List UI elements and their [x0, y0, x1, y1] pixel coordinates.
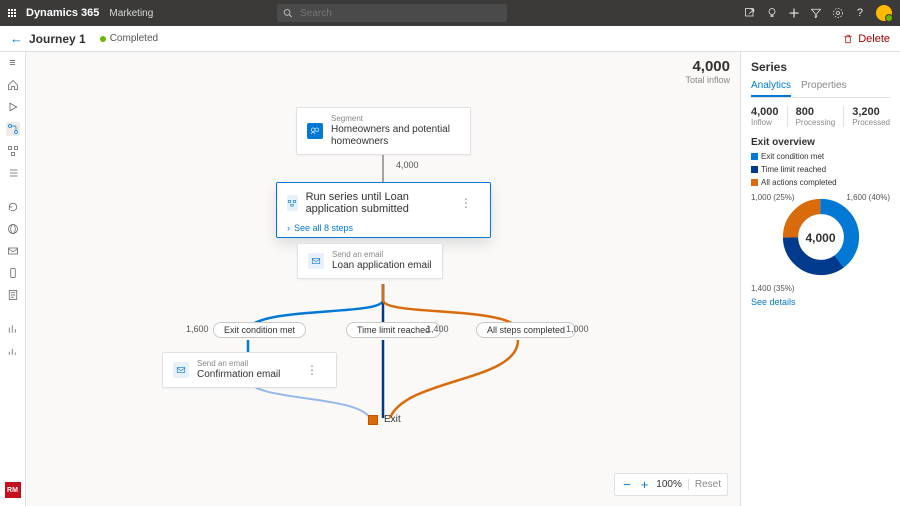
nav-chart-icon[interactable] — [6, 322, 20, 336]
legend: Exit condition met Time limit reached Al… — [751, 152, 890, 187]
confirmation-node[interactable]: Send an email Confirmation email ⋮ — [162, 352, 337, 388]
exit-node[interactable]: Exit — [368, 414, 401, 425]
module-name: Marketing — [109, 8, 153, 19]
app-launcher-icon[interactable] — [8, 9, 16, 17]
confirm-type: Send an email — [197, 359, 280, 369]
share-icon[interactable] — [744, 7, 756, 19]
nav-segment-icon[interactable] — [6, 144, 20, 158]
product-name: Dynamics 365 — [26, 7, 99, 19]
tag-exit-condition[interactable]: Exit condition met — [213, 322, 306, 338]
time-count: 1,400 — [426, 324, 449, 334]
journey-title: Journey 1 — [29, 32, 86, 46]
confirm-more-icon[interactable]: ⋮ — [298, 363, 326, 377]
nav-refresh-icon[interactable] — [6, 200, 20, 214]
help-icon[interactable]: ? — [854, 7, 866, 19]
kpi-row: 4,000Inflow 800Processing 3,200Processed — [751, 106, 890, 127]
tab-properties[interactable]: Properties — [801, 80, 847, 97]
filter-icon[interactable] — [810, 7, 822, 19]
exit-label: Exit — [384, 414, 401, 425]
donut-label-exit: 1,000 (25%) — [751, 193, 795, 202]
segment-outflow-count: 4,000 — [396, 160, 419, 170]
nav-spacer2 — [6, 310, 20, 314]
zoom-out-button[interactable]: − — [621, 477, 633, 492]
tag-all-steps[interactable]: All steps completed — [476, 322, 576, 338]
zoom-value: 100% — [656, 479, 682, 490]
series-more-icon[interactable]: ⋮ — [452, 196, 480, 210]
zoom-controls: − + 100% Reset — [614, 473, 728, 496]
email-icon — [308, 253, 324, 269]
donut-label-all: 1,600 (40%) — [846, 193, 890, 202]
donut-chart: 4,000 1,000 (25%) 1,600 (40%) 1,400 (35%… — [751, 193, 890, 293]
back-button[interactable]: ← — [10, 31, 23, 46]
add-icon[interactable] — [788, 7, 800, 19]
global-search[interactable] — [277, 4, 507, 22]
series-type: Run series until — [306, 191, 382, 203]
donut-center-value: 4,000 — [805, 231, 835, 245]
journey-canvas[interactable]: 4,000 Total inflow — [26, 52, 740, 506]
donut-label-time: 1,400 (35%) — [751, 284, 795, 293]
overview-title: Exit overview — [751, 137, 890, 148]
status-text: Completed — [110, 33, 158, 44]
trash-icon — [842, 33, 854, 45]
all-count: 1,000 — [566, 324, 589, 334]
delete-label: Delete — [858, 33, 890, 45]
nav-phone-icon[interactable] — [6, 266, 20, 280]
segment-icon — [307, 123, 323, 139]
pane-tabs: Analytics Properties — [751, 80, 890, 98]
nav-menu-icon[interactable]: ≡ — [6, 56, 20, 70]
segment-name: Homeowners and potential homeowners — [331, 124, 460, 148]
segment-node[interactable]: Segment Homeowners and potential homeown… — [296, 107, 471, 155]
step-name: Loan application email — [332, 260, 432, 272]
chevron-right-icon: › — [287, 223, 290, 233]
nav-spacer — [6, 188, 20, 192]
search-icon — [283, 8, 292, 18]
delete-button[interactable]: Delete — [842, 33, 890, 45]
zoom-in-button[interactable]: + — [639, 477, 651, 492]
top-app-bar: Dynamics 365 Marketing ? — [0, 0, 900, 26]
properties-pane: Series Analytics Properties 4,000Inflow … — [740, 52, 900, 506]
search-input[interactable] — [298, 7, 501, 20]
email-icon — [173, 362, 189, 378]
series-node[interactable]: Run series until Loan application submit… — [276, 182, 491, 238]
nav-play-icon[interactable] — [6, 100, 20, 114]
series-step-node[interactable]: Send an email Loan application email — [297, 243, 443, 279]
user-avatar[interactable] — [876, 5, 892, 21]
left-nav: ≡ RM — [0, 52, 26, 506]
step-type: Send an email — [332, 250, 432, 260]
tab-analytics[interactable]: Analytics — [751, 80, 791, 97]
zoom-reset-button[interactable]: Reset — [688, 479, 721, 490]
segment-type: Segment — [331, 114, 460, 124]
nav-journey-icon[interactable] — [6, 122, 20, 136]
exit-count: 1,600 — [186, 324, 209, 334]
nav-home-icon[interactable] — [6, 78, 20, 92]
lightbulb-icon[interactable] — [766, 7, 778, 19]
nav-chart2-icon[interactable] — [6, 344, 20, 358]
nav-globe-icon[interactable] — [6, 222, 20, 236]
see-details-link[interactable]: See details — [751, 297, 890, 307]
status-dot-icon — [100, 36, 106, 42]
series-icon — [287, 195, 298, 211]
nav-mail-icon[interactable] — [6, 244, 20, 258]
nav-form-icon[interactable] — [6, 288, 20, 302]
persona-tile[interactable]: RM — [5, 482, 21, 498]
exit-square-icon — [368, 415, 378, 425]
command-bar: ← Journey 1 Completed Delete — [0, 26, 900, 52]
pane-title: Series — [751, 60, 890, 74]
settings-icon[interactable] — [832, 7, 844, 19]
confirm-name: Confirmation email — [197, 369, 280, 381]
see-all-steps-link[interactable]: › See all 8 steps — [277, 219, 490, 237]
nav-list-icon[interactable] — [6, 166, 20, 180]
